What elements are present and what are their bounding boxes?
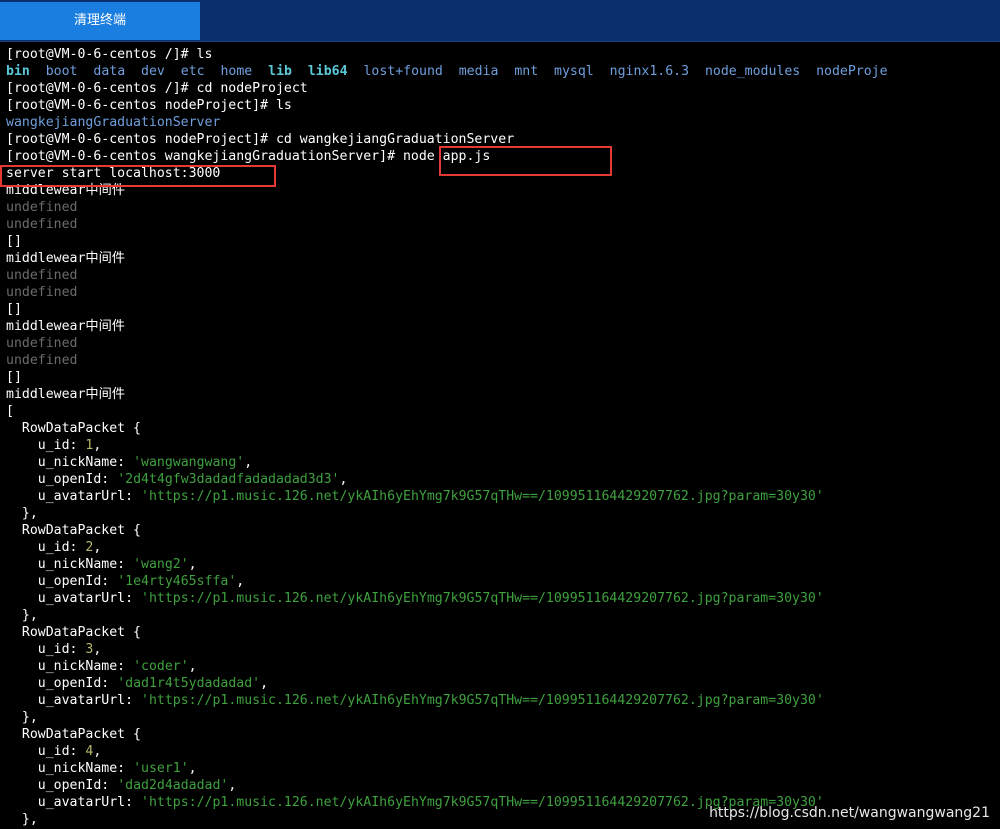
terminal-line: u_openId: 'dad2d4adadad', [37,778,237,793]
ls-entry: lib64 [307,64,348,79]
terminal-line: [root@VM-0-6-centos /]# ls [6,47,213,62]
field-value: '2d4t4gfw3dadadfadadadad3d3' [117,472,340,487]
terminal-line: [] [6,234,22,249]
field-value: '1e4rty465sffa' [117,574,237,589]
ls-entry: mnt [514,64,539,79]
terminal-text: undefined [6,217,78,232]
terminal-text: undefined [6,268,78,283]
terminal-text: undefined [6,285,78,300]
field-value: 'https://p1.music.126.net/ykAIh6yEhYmg7k… [141,489,824,504]
field-value: 3 [85,642,94,657]
field-key: u_nickName [37,761,118,776]
field-value: 1 [85,438,94,453]
field-value: 'dad1r4t5ydadadad' [117,676,261,691]
terminal-line: u_nickName: 'coder', [37,659,197,674]
terminal-line: undefined [6,267,1000,284]
terminal-line: u_avatarUrl: 'https://p1.music.126.net/y… [37,489,824,504]
terminal-line: undefined [6,284,1000,301]
ls-entry: mysql [554,64,594,79]
terminal-line: u_nickName: 'wangwangwang', [37,455,253,470]
field-key: u_id [37,540,70,555]
ls-entry: node_modules [704,64,801,79]
terminal-text: undefined [6,353,78,368]
terminal-line: u_openId: 'dad1r4t5ydadadad', [37,676,269,691]
terminal-line: u_id: 1, [37,438,102,453]
terminal-text: undefined [6,200,78,215]
field-value: 'https://p1.music.126.net/ykAIh6yEhYmg7k… [141,693,824,708]
terminal-line: undefined [6,335,1000,352]
field-key: u_avatarUrl [37,489,126,504]
ls-entry: home [220,64,253,79]
field-key: u_avatarUrl [37,591,126,606]
field-key: u_openId [37,574,102,589]
field-key: u_avatarUrl [37,795,126,810]
terminal-line: middlewear中间件 [6,387,125,402]
field-value: 'wangwangwang' [133,455,245,470]
terminal-line: [root@VM-0-6-centos /]# cd nodeProject [6,81,308,96]
ls-entry: bin [6,64,30,79]
field-value: 'https://p1.music.126.net/ykAIh6yEhYmg7k… [141,591,824,606]
terminal-line: [root@VM-0-6-centos nodeProject]# ls [6,98,292,113]
terminal-line: RowDataPacket { [6,421,141,436]
ls-entry: lib [268,64,292,79]
terminal-line: [] [6,302,22,317]
ls-entry: etc [180,64,205,79]
field-key: u_nickName [37,455,118,470]
field-key: u_openId [37,778,102,793]
field-key: u_id [37,744,70,759]
terminal-text: undefined [6,336,78,351]
terminal-line: u_id: 2, [37,540,102,555]
terminal-line: [] [6,370,22,385]
toolbar: 清理终端 [0,0,1000,42]
field-value: 2 [85,540,94,555]
terminal-line: bin boot data dev etc home lib lib64 los… [6,63,1000,80]
terminal-line: u_openId: '2d4t4gfw3dadadfadadadad3d3', [37,472,348,487]
terminal-line: u_avatarUrl: 'https://p1.music.126.net/y… [37,693,824,708]
terminal-line: }, [6,608,38,623]
terminal-line: u_avatarUrl: 'https://p1.music.126.net/y… [37,591,824,606]
field-key: u_openId [37,472,102,487]
field-value: 4 [85,744,94,759]
field-value: 'user1' [133,761,189,776]
terminal-line: u_openId: '1e4rty465sffa', [37,574,245,589]
field-key: u_id [37,642,70,657]
clear-terminal-button[interactable]: 清理终端 [0,2,200,40]
terminal-line: middlewear中间件 [6,251,125,266]
watermark: https://blog.csdn.net/wangwangwang21 [709,805,990,821]
field-value: 'dad2d4adadad' [117,778,229,793]
highlight-box-server-start [0,165,276,187]
field-key: u_avatarUrl [37,693,126,708]
terminal-line: u_id: 4, [37,744,102,759]
field-key: u_nickName [37,557,118,572]
ls-entry: lost+found [363,64,443,79]
ls-entry: data [93,64,126,79]
terminal-line: wangkejiangGraduationServer [6,114,1000,131]
ls-entry: nginx1.6.3 [609,64,690,79]
terminal-line: middlewear中间件 [6,319,125,334]
terminal-line: undefined [6,216,1000,233]
terminal-text: wangkejiangGraduationServer [6,115,221,130]
terminal-line: undefined [6,352,1000,369]
terminal-line: }, [6,506,38,521]
terminal-line: u_nickName: 'wang2', [37,557,197,572]
field-value: 'wang2' [133,557,189,572]
terminal-line: u_nickName: 'user1', [37,761,197,776]
terminal-line: undefined [6,199,1000,216]
field-key: u_id [37,438,70,453]
highlight-box-command [439,146,612,176]
terminal-line: RowDataPacket { [6,523,141,538]
field-value: 'coder' [133,659,189,674]
ls-entry: nodeProje [816,64,888,79]
ls-entry: media [458,64,499,79]
ls-entry: dev [141,64,165,79]
terminal-line: RowDataPacket { [6,727,141,742]
ls-entry: boot [45,64,78,79]
terminal-line: [ [6,404,14,419]
terminal-line: }, [6,710,38,725]
terminal-line: RowDataPacket { [6,625,141,640]
field-key: u_nickName [37,659,118,674]
terminal-line: u_id: 3, [37,642,102,657]
field-key: u_openId [37,676,102,691]
